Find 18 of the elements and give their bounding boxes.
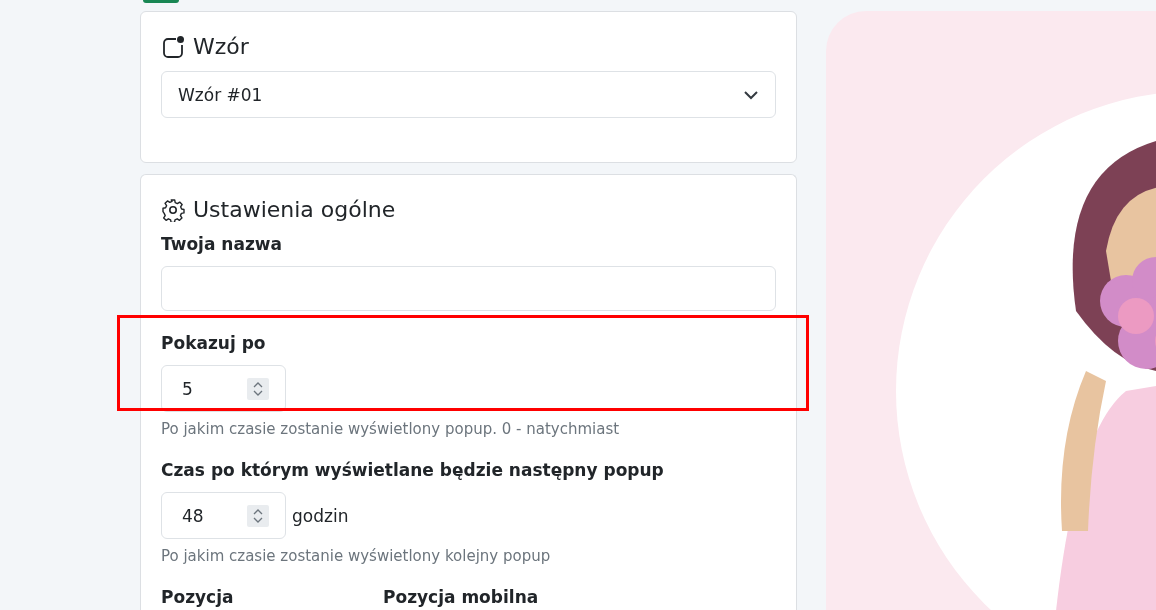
shape-dot-icon: [161, 34, 185, 59]
field-label: Pozycja: [161, 587, 235, 607]
field-label: Pokazuj po: [161, 333, 267, 353]
template-select[interactable]: Wzór #01: [161, 71, 776, 118]
help-text: Po jakim czasie zostanie wyświetlony kolejny popup: [161, 547, 552, 565]
field-label: Twoja nazwa: [161, 234, 283, 254]
field-label: Pozycja mobilna: [383, 587, 540, 607]
field-label: Czas po którym wyświetlane będzie następny popup: [161, 460, 665, 480]
spinner-icon[interactable]: [247, 377, 269, 400]
help-text: Po jakim czasie zostanie wyświetlony popup. 0 - natychmiast: [161, 420, 621, 438]
name-input-field[interactable]: [161, 266, 776, 311]
unit-label: godzin: [292, 505, 349, 526]
settings-icon: [161, 197, 185, 222]
number-input-field[interactable]: 5: [161, 365, 286, 412]
number-input-field[interactable]: 48: [161, 492, 286, 539]
spinner-icon[interactable]: [247, 504, 269, 527]
card-title: Ustawienia ogólne: [193, 197, 396, 222]
card-title: Wzór: [193, 34, 249, 59]
